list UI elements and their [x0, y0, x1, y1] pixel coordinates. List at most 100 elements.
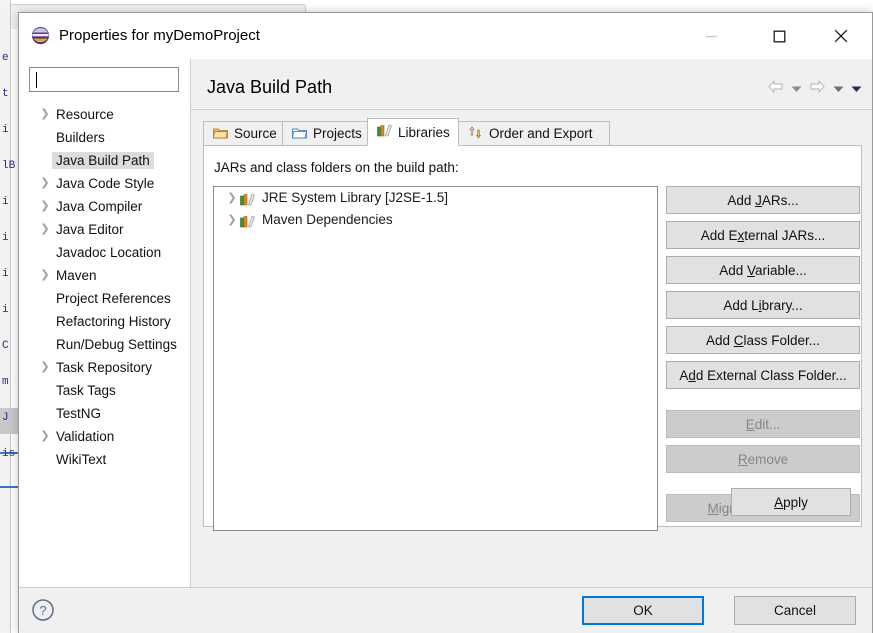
- background-code-line: i: [2, 304, 9, 316]
- action-button-column: Add JARs... Add External JARs... Add Varia…: [666, 186, 860, 529]
- sidebar-item-task-tags[interactable]: Task Tags: [19, 379, 190, 402]
- sidebar-item-builders[interactable]: Builders: [19, 126, 190, 149]
- background-code-line: is: [2, 448, 15, 460]
- libraries-books-icon: [377, 124, 392, 140]
- projects-folder-icon: [292, 126, 307, 142]
- add-variable-button[interactable]: Add Variable...: [666, 256, 860, 284]
- add-library-button[interactable]: Add Library...: [666, 291, 860, 319]
- sidebar-item-label: Project References: [56, 291, 171, 306]
- sidebar-item-label: Maven: [56, 268, 97, 283]
- chevron-right-icon[interactable]: ❯: [39, 218, 51, 241]
- library-books-icon: [240, 213, 255, 235]
- sidebar-item-label: TestNG: [56, 406, 101, 421]
- sidebar-item-refactoring-history[interactable]: Refactoring History: [19, 310, 190, 333]
- background-code-line: e: [2, 52, 9, 64]
- source-folder-icon: [213, 126, 228, 142]
- tab-projects[interactable]: Projects: [282, 121, 368, 146]
- sidebar-item-maven[interactable]: ❯ Maven: [19, 264, 190, 287]
- dialog-title: Properties for myDemoProject: [59, 27, 260, 44]
- background-code-line: i: [2, 196, 9, 208]
- page-title: Java Build Path: [207, 77, 332, 98]
- sidebar-item-label: Task Repository: [56, 360, 152, 375]
- sidebar-item-label: Java Compiler: [56, 199, 142, 214]
- chevron-right-icon[interactable]: ❯: [226, 209, 238, 231]
- ok-button[interactable]: OK: [582, 596, 704, 625]
- chevron-right-icon[interactable]: ❯: [39, 195, 51, 218]
- sidebar-item-label: Java Editor: [56, 222, 124, 237]
- cancel-button[interactable]: Cancel: [734, 596, 856, 625]
- add-jars-button[interactable]: Add JARs...: [666, 186, 860, 214]
- build-path-list[interactable]: ❯ JRE System Library [J2SE-1.5] ❯ Maven Dep…: [213, 186, 658, 531]
- sidebar-item-label: Refactoring History: [56, 314, 171, 329]
- build-path-entry[interactable]: ❯ JRE System Library [J2SE-1.5]: [214, 187, 657, 209]
- libraries-panel: JARs and class folders on the build path…: [203, 146, 862, 527]
- sidebar-item-resource[interactable]: ❯ Resource: [19, 103, 190, 126]
- build-path-entry-label: Maven Dependencies: [248, 212, 393, 227]
- background-code-line: lB: [2, 160, 15, 172]
- sidebar-item-label: Run/Debug Settings: [56, 337, 177, 352]
- chevron-right-icon[interactable]: ❯: [39, 172, 51, 195]
- build-path-entry-label: JRE System Library [J2SE-1.5]: [248, 190, 448, 205]
- sidebar-item-task-repository[interactable]: ❯ Task Repository: [19, 356, 190, 379]
- forward-menu-chevron-down-icon[interactable]: [833, 81, 844, 96]
- sidebar-item-java-editor[interactable]: ❯ Java Editor: [19, 218, 190, 241]
- build-path-entry[interactable]: ❯ Maven Dependencies: [214, 209, 657, 231]
- back-menu-chevron-down-icon[interactable]: [791, 81, 802, 96]
- sidebar-item-label: Java Code Style: [56, 176, 154, 191]
- sidebar-item-label: Java Build Path: [52, 152, 154, 169]
- sidebar-item-label: Resource: [56, 107, 114, 122]
- page-title-divider: [191, 109, 872, 110]
- sidebar-item-javadoc-location[interactable]: Javadoc Location: [19, 241, 190, 264]
- help-question-icon[interactable]: ?: [31, 598, 55, 622]
- sidebar-item-validation[interactable]: ❯Validation: [19, 425, 190, 448]
- background-code-line: t: [2, 88, 9, 100]
- add-external-jars-button[interactable]: Add External JARs...: [666, 221, 860, 249]
- chevron-right-icon[interactable]: ❯: [39, 356, 51, 379]
- sidebar-item-java-code-style[interactable]: ❯ Java Code Style: [19, 172, 190, 195]
- properties-dialog: Properties for myDemoProject ❯ Resource Bu…: [18, 12, 873, 633]
- panel-label: JARs and class folders on the build path…: [214, 160, 459, 175]
- tab-libraries[interactable]: Libraries: [367, 118, 459, 146]
- tab-label: Order and Export: [489, 126, 593, 141]
- background-code-line: i: [2, 268, 9, 280]
- svg-text:?: ?: [39, 603, 46, 618]
- eclipse-globe-icon: [31, 26, 50, 45]
- sidebar-item-java-build-path[interactable]: Java Build Path: [19, 149, 190, 172]
- page-pane: Java Build Path: [191, 59, 872, 587]
- sidebar-item-label: Task Tags: [56, 383, 116, 398]
- remove-button: Remove: [666, 445, 860, 473]
- tab-bar: SourceProjects Libraries Order and Export: [203, 119, 862, 146]
- add-class-folder-button[interactable]: Add Class Folder...: [666, 326, 860, 354]
- add-external-class-folder-button[interactable]: Add External Class Folder...: [666, 361, 860, 389]
- sidebar-item-run-debug-settings[interactable]: Run/Debug Settings: [19, 333, 190, 356]
- view-menu-chevron-down-icon[interactable]: [851, 81, 862, 96]
- sidebar-item-java-compiler[interactable]: ❯ Java Compiler: [19, 195, 190, 218]
- filter-input[interactable]: [29, 67, 179, 92]
- order-export-arrows-icon: [468, 126, 483, 142]
- chevron-right-icon[interactable]: ❯: [39, 425, 51, 448]
- dialog-footer: ? OK Cancel: [19, 587, 872, 633]
- maximize-icon[interactable]: [756, 13, 802, 59]
- chevron-right-icon[interactable]: ❯: [39, 264, 51, 287]
- sidebar-item-wikitext[interactable]: WikiText: [19, 448, 190, 471]
- tab-label: Libraries: [398, 125, 450, 140]
- back-arrow-icon[interactable]: [767, 79, 784, 97]
- background-code-line: i: [2, 232, 9, 244]
- tab-source[interactable]: Source: [203, 121, 283, 146]
- sidebar-item-project-references[interactable]: Project References: [19, 287, 190, 310]
- apply-button[interactable]: Apply: [731, 488, 851, 516]
- settings-tree: ❯ResourceBuildersJava Build Path❯Java Co…: [19, 103, 190, 471]
- text-caret: [36, 72, 37, 88]
- close-icon[interactable]: [818, 13, 864, 59]
- forward-arrow-icon[interactable]: [809, 79, 826, 97]
- tab-order-and-export[interactable]: Order and Export: [458, 121, 610, 146]
- minimize-icon[interactable]: [688, 13, 734, 59]
- background-code-line: i: [2, 124, 9, 136]
- chevron-right-icon[interactable]: ❯: [39, 103, 51, 126]
- dialog-titlebar[interactable]: Properties for myDemoProject: [19, 13, 872, 59]
- page-nav-toolbar: [767, 77, 862, 99]
- sidebar-item-testng[interactable]: TestNG: [19, 402, 190, 425]
- edit-button: Edit...: [666, 410, 860, 438]
- background-editor-highlight: [0, 486, 18, 488]
- chevron-right-icon[interactable]: ❯: [226, 187, 238, 209]
